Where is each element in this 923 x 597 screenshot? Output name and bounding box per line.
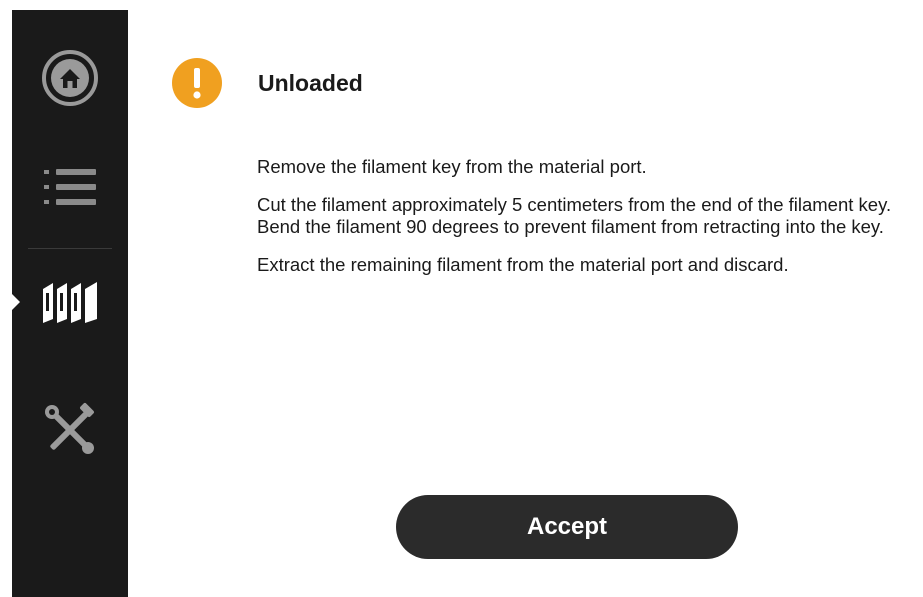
screen: Unloaded Remove the filament key from th… — [0, 0, 923, 597]
dialog: Unloaded Remove the filament key from th… — [128, 0, 923, 597]
material-bays-icon — [39, 279, 101, 325]
sidebar-item-materials[interactable] — [12, 262, 128, 342]
dialog-body: Remove the filament key from the materia… — [257, 156, 917, 292]
instruction-extract-filament: Extract the remaining filament from the … — [257, 254, 789, 275]
sidebar-divider — [28, 248, 112, 249]
instruction-cut-filament: Cut the filament approximately 5 centime… — [257, 194, 892, 237]
tools-icon — [42, 402, 98, 458]
dialog-header: Unloaded — [172, 58, 363, 108]
instruction-remove-key: Remove the filament key from the materia… — [257, 156, 647, 177]
sidebar — [12, 10, 128, 597]
dialog-title: Unloaded — [258, 69, 363, 96]
home-icon — [40, 48, 100, 108]
accept-button[interactable]: Accept — [396, 495, 738, 559]
sidebar-item-home[interactable] — [12, 28, 128, 128]
list-icon — [42, 162, 98, 212]
sidebar-item-job-queue[interactable] — [12, 142, 128, 232]
warning-icon — [172, 58, 222, 108]
sidebar-item-tools[interactable] — [12, 380, 128, 480]
